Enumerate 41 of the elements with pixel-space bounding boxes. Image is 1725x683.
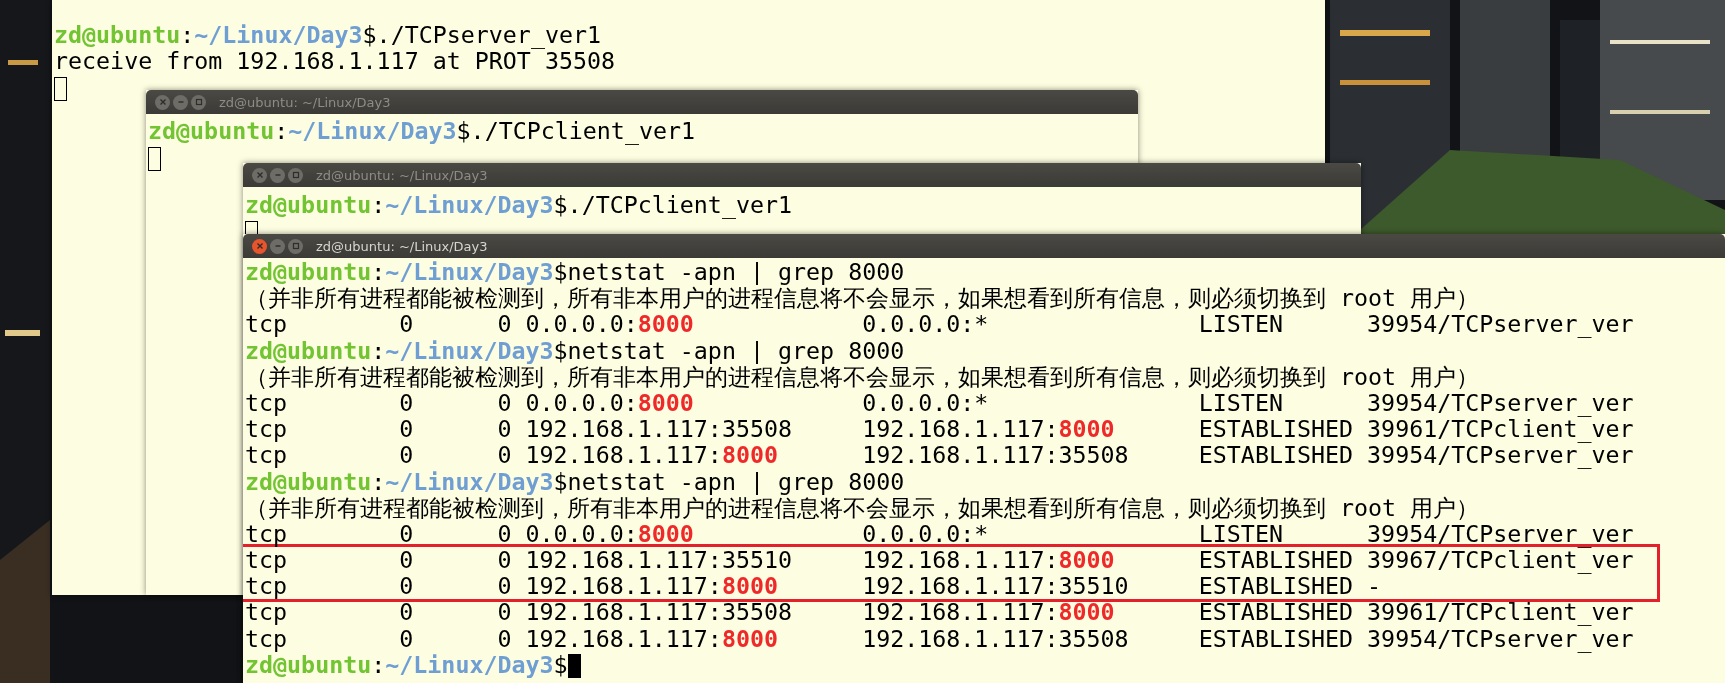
minimize-icon xyxy=(273,242,282,250)
minimize-button[interactable] xyxy=(270,167,285,183)
prompt-line: zd@ubuntu:~/Linux/Day3$ xyxy=(245,651,581,678)
output-line: tcp 0 0 0.0.0.0:8000 0.0.0.0:* LISTEN 39954/TCPserver_ver xyxy=(245,389,1634,417)
window-title: zd@ubuntu: ~/Linux/Day3 xyxy=(219,94,391,110)
output-line: tcp 0 0 192.168.1.117:8000 192.168.1.117:35510 ESTABLISHED - xyxy=(245,573,1382,600)
maximize-button[interactable] xyxy=(288,238,303,254)
window-title: zd@ubuntu: ~/Linux/Day3 xyxy=(316,238,488,254)
output-line: receive from 192.168.1.117 at PROT 35508 xyxy=(54,48,616,75)
output-line: （并非所有进程都能被检测到，所有非本用户的进程信息将不会显示，如果想看到所有信息，则必须切换到 root 用户） xyxy=(245,363,1480,390)
prompt-line: zd@ubuntu:~/Linux/Day3$netstat -apn | grep 8000 xyxy=(245,259,905,286)
output-line: tcp 0 0 0.0.0.0:8000 0.0.0.0:* LISTEN 39954/TCPserver_ver xyxy=(245,520,1634,548)
window-title: zd@ubuntu: ~/Linux/Day3 xyxy=(316,167,488,183)
output-line: tcp 0 0 192.168.1.117:8000 192.168.1.117:35508 ESTABLISHED 39954/TCPserver_ver xyxy=(245,625,1634,652)
output-line: tcp 0 0 192.168.1.117:35508 192.168.1.117:8000 ESTABLISHED 39961/TCPclient_ver xyxy=(245,416,1634,443)
prompt-line: zd@ubuntu:~/Linux/Day3$./TCPclient_ver1 xyxy=(148,118,696,145)
maximize-icon xyxy=(194,98,203,106)
close-button[interactable] xyxy=(252,167,267,183)
close-icon xyxy=(255,171,264,179)
output-line: tcp 0 0 192.168.1.117:8000 192.168.1.117:35508 ESTABLISHED 39954/TCPserver_ver xyxy=(245,442,1634,469)
prompt-line: zd@ubuntu:~/Linux/Day3$./TCPclient_ver1 xyxy=(245,192,793,219)
output-line: （并非所有进程都能被检测到，所有非本用户的进程信息将不会显示，如果想看到所有信息，则必须切换到 root 用户） xyxy=(245,494,1480,521)
maximize-icon xyxy=(291,171,300,179)
close-button[interactable] xyxy=(252,238,267,254)
minimize-button[interactable] xyxy=(173,94,188,110)
output-line: tcp 0 0 192.168.1.117:35508 192.168.1.117:8000 ESTABLISHED 39961/TCPclient_ver xyxy=(245,599,1634,626)
prompt-line: zd@ubuntu:~/Linux/Day3$netstat -apn | grep 8000 xyxy=(245,337,905,364)
minimize-icon xyxy=(273,171,282,179)
output-line: tcp 0 0 192.168.1.117:35510 192.168.1.117:8000 ESTABLISHED 39967/TCPclient_ver xyxy=(245,547,1634,574)
close-icon xyxy=(158,98,167,106)
prompt-line: zd@ubuntu:~/Linux/Day3$./TCPserver_ver1 xyxy=(54,22,602,49)
maximize-icon xyxy=(291,242,300,250)
minimize-icon xyxy=(176,98,185,106)
maximize-button[interactable] xyxy=(191,94,206,110)
output-line: tcp 0 0 0.0.0.0:8000 0.0.0.0:* LISTEN 39954/TCPserver_ver xyxy=(245,311,1634,338)
maximize-button[interactable] xyxy=(288,167,303,183)
close-icon xyxy=(255,242,264,250)
close-button[interactable] xyxy=(155,94,170,110)
prompt-line: zd@ubuntu:~/Linux/Day3$netstat -apn | grep 8000 xyxy=(245,468,905,495)
minimize-button[interactable] xyxy=(270,238,285,254)
output-line: （并非所有进程都能被检测到，所有非本用户的进程信息将不会显示，如果想看到所有信息，则必须切换到 root 用户） xyxy=(245,285,1480,312)
